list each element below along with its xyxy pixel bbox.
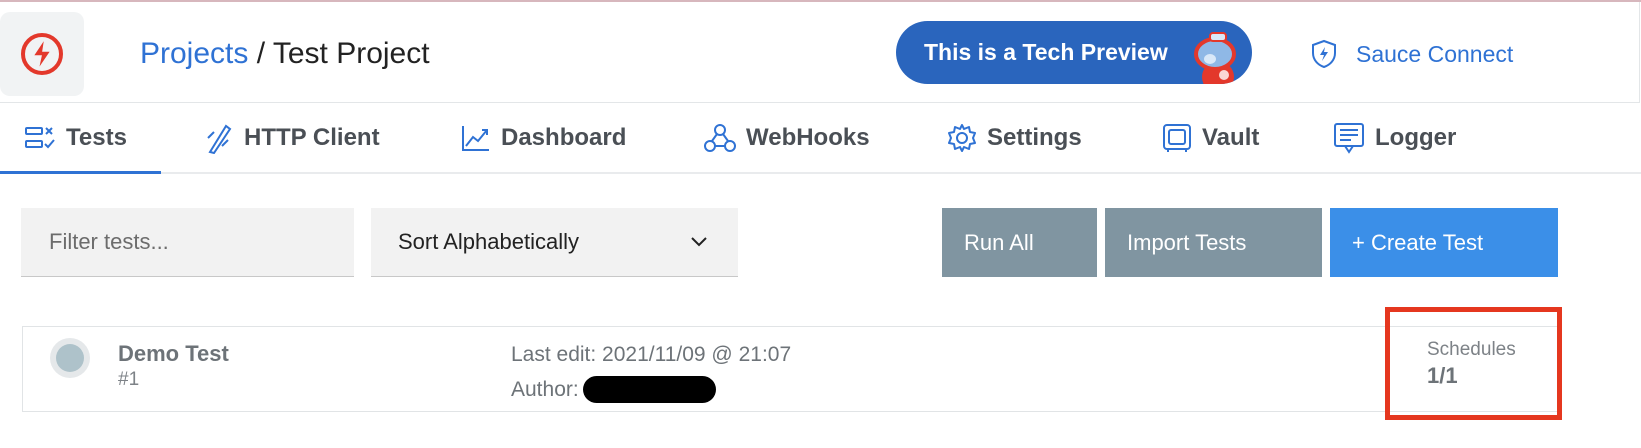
webhooks-icon xyxy=(704,123,736,153)
lightning-logo-icon xyxy=(21,33,63,75)
gear-icon xyxy=(947,123,977,153)
tab-webhooks[interactable]: WebHooks xyxy=(704,104,870,172)
tab-http-client[interactable]: HTTP Client xyxy=(204,104,380,172)
tab-webhooks-label: WebHooks xyxy=(746,124,870,151)
tab-settings[interactable]: Settings xyxy=(947,104,1082,172)
tests-icon xyxy=(24,125,56,151)
tab-tests[interactable]: Tests xyxy=(0,104,161,174)
dashboard-chart-icon xyxy=(461,124,491,152)
http-client-icon xyxy=(204,122,234,154)
breadcrumb-projects-link[interactable]: Projects xyxy=(140,37,248,70)
run-all-label: Run All xyxy=(964,229,1034,255)
tab-dashboard-label: Dashboard xyxy=(501,124,627,151)
redacted-author-name xyxy=(582,376,716,403)
app-header: Projects / Test Project This is a Tech P… xyxy=(0,2,1640,103)
chevron-down-icon xyxy=(691,237,707,247)
schedules-highlight-box xyxy=(1385,307,1562,420)
tab-settings-label: Settings xyxy=(987,124,1082,151)
tech-preview-label: This is a Tech Preview xyxy=(924,39,1168,65)
tab-vault[interactable]: Vault xyxy=(1162,104,1259,172)
run-all-button[interactable]: Run All xyxy=(942,208,1097,277)
shield-bolt-icon xyxy=(1312,39,1336,69)
breadcrumb-current-project: Test Project xyxy=(272,37,430,70)
tech-preview-button[interactable]: This is a Tech Preview xyxy=(896,21,1252,84)
create-test-button[interactable]: + Create Test xyxy=(1330,208,1558,277)
test-last-edit: Last edit: 2021/11/09 @ 21:07 xyxy=(511,343,792,366)
tab-dashboard[interactable]: Dashboard xyxy=(461,104,626,172)
test-row[interactable]: Demo Test #1 Last edit: 2021/11/09 @ 21:… xyxy=(22,326,1562,412)
create-test-label: + Create Test xyxy=(1352,229,1484,255)
sort-select[interactable]: Sort Alphabetically xyxy=(371,208,738,277)
sauce-connect-link[interactable]: Sauce Connect xyxy=(1310,38,1513,70)
tab-logger-label: Logger xyxy=(1375,124,1457,151)
test-author: Author: xyxy=(511,376,716,403)
tab-tests-label: Tests xyxy=(66,124,127,151)
test-status-indicator xyxy=(50,338,90,378)
test-number: #1 xyxy=(118,369,140,390)
breadcrumb: Projects / Test Project xyxy=(140,36,430,72)
test-author-label: Author: xyxy=(511,377,579,401)
import-tests-label: Import Tests xyxy=(1127,229,1247,255)
vault-icon xyxy=(1162,123,1192,153)
filter-tests-input[interactable] xyxy=(21,208,354,277)
import-tests-button[interactable]: Import Tests xyxy=(1105,208,1322,277)
test-name[interactable]: Demo Test xyxy=(118,341,229,367)
logger-icon xyxy=(1333,122,1365,154)
sauce-connect-label: Sauce Connect xyxy=(1356,40,1514,67)
main-tabs: Tests HTTP Client Dashboard WebHooks Set… xyxy=(0,104,1641,174)
robot-mascot-icon xyxy=(1194,32,1236,84)
app-logo[interactable] xyxy=(0,12,84,96)
tab-logger[interactable]: Logger xyxy=(1333,104,1456,172)
breadcrumb-separator: / xyxy=(248,37,273,70)
tab-vault-label: Vault xyxy=(1202,124,1260,151)
tab-http-client-label: HTTP Client xyxy=(244,124,380,151)
sort-select-value: Sort Alphabetically xyxy=(398,229,579,254)
